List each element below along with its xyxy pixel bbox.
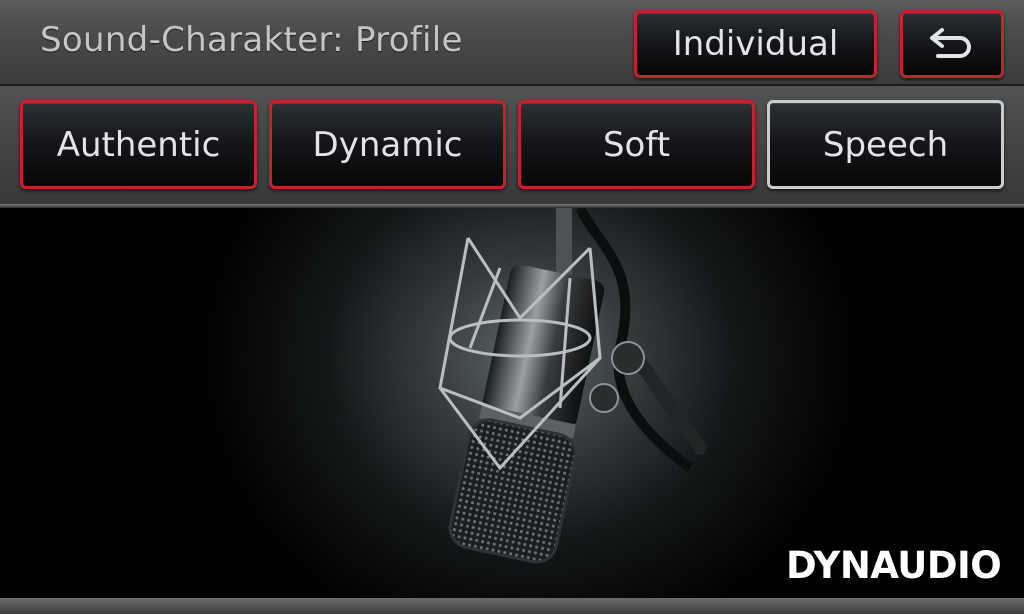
microphone-image <box>438 208 707 564</box>
page-title: Sound-Charakter: Profile <box>40 20 463 60</box>
footer-bar <box>0 598 1024 614</box>
header-bar: Sound-Charakter: Profile Individual <box>0 0 1024 86</box>
dynaudio-logo: DYNAUDIO <box>786 544 1002 587</box>
tab-dynamic[interactable]: Dynamic <box>269 100 506 189</box>
tab-authentic[interactable]: Authentic <box>20 100 257 189</box>
back-arrow-icon <box>930 28 971 58</box>
back-button[interactable] <box>900 10 1004 78</box>
tab-speech[interactable]: Speech <box>767 100 1004 189</box>
profile-tab-bar: Authentic Dynamic Soft Speech <box>0 86 1024 206</box>
tab-soft[interactable]: Soft <box>518 100 755 189</box>
individual-button[interactable]: Individual <box>634 10 877 78</box>
profile-preview-image: DYNAUDIO <box>0 208 1024 598</box>
